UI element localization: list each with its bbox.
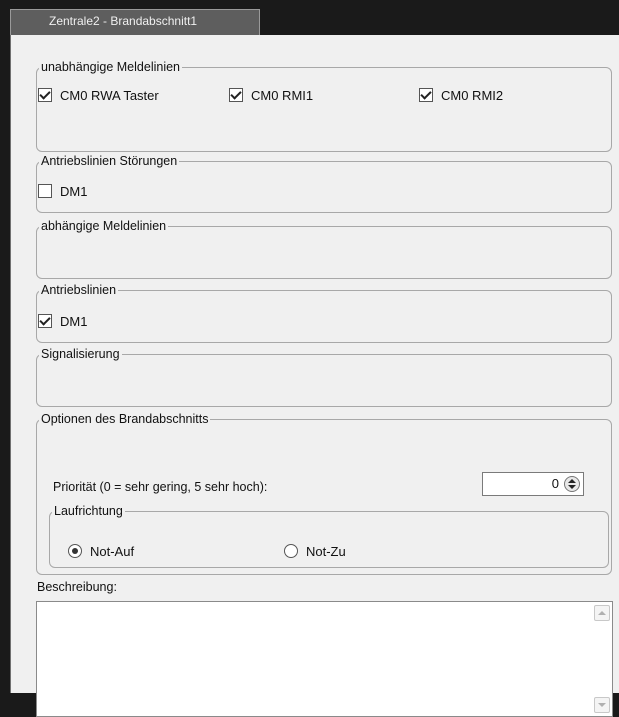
tab-strip: Zentrale2 - Brandabschnitt1 xyxy=(0,0,619,35)
checkbox-cm0-rmi1[interactable]: CM0 RMI1 xyxy=(229,86,313,104)
checkbox-box[interactable] xyxy=(229,88,243,102)
arrow-down-icon xyxy=(568,485,576,489)
group-drive-lines-legend: Antriebslinien xyxy=(41,283,117,297)
tab-zentrale2-brandabschnitt1[interactable]: Zentrale2 - Brandabschnitt1 xyxy=(10,9,260,35)
checkmark-icon xyxy=(230,88,242,100)
scroll-up-button[interactable] xyxy=(594,605,610,621)
group-independent-lines: unabhängige Meldelinien xyxy=(36,60,612,152)
arrow-up-icon xyxy=(568,479,576,483)
group-drive-line-faults: Antriebslinien Störungen xyxy=(36,154,612,213)
checkbox-label: DM1 xyxy=(60,183,88,199)
chevron-down-icon xyxy=(598,703,606,707)
group-signaling: Signalisierung xyxy=(36,347,612,407)
checkbox-dm1-fault[interactable]: DM1 xyxy=(38,182,87,200)
spin-updown-icon[interactable] xyxy=(564,476,580,492)
checkbox-box[interactable] xyxy=(38,184,52,198)
radio-not-auf[interactable]: Not-Auf xyxy=(68,542,134,560)
checkbox-box[interactable] xyxy=(38,314,52,328)
checkmark-icon xyxy=(420,88,432,100)
radio-not-zu[interactable]: Not-Zu xyxy=(284,542,346,560)
checkbox-label: CM0 RMI1 xyxy=(251,87,314,103)
group-drive-line-faults-legend: Antriebslinien Störungen xyxy=(41,154,178,168)
checkbox-label: DM1 xyxy=(60,313,88,329)
scroll-down-button[interactable] xyxy=(594,697,610,713)
group-run-direction-legend: Laufrichtung xyxy=(54,504,123,518)
checkbox-label: CM0 RWA Taster xyxy=(60,87,159,103)
description-label: Beschreibung: xyxy=(37,580,117,594)
fire-section-panel: unabhängige Meldelinien CM0 RWA Taster C… xyxy=(10,35,619,717)
checkmark-icon xyxy=(39,88,51,100)
radio-button[interactable] xyxy=(284,544,298,558)
checkbox-cm0-rmi2[interactable]: CM0 RMI2 xyxy=(419,86,503,104)
radio-selected-dot-icon xyxy=(72,548,78,554)
group-independent-lines-legend: unabhängige Meldelinien xyxy=(41,60,181,74)
checkmark-icon xyxy=(39,314,51,326)
chevron-up-icon xyxy=(598,611,606,615)
description-textarea[interactable] xyxy=(36,601,613,717)
tab-label: Zentrale2 - Brandabschnitt1 xyxy=(49,14,198,28)
checkbox-label: CM0 RMI2 xyxy=(441,87,504,103)
description-scrollbar[interactable] xyxy=(592,602,612,716)
checkbox-box[interactable] xyxy=(419,88,433,102)
group-dependent-lines: abhängige Meldelinien xyxy=(36,219,612,279)
group-signaling-legend: Signalisierung xyxy=(41,347,120,361)
radio-label: Not-Zu xyxy=(306,543,346,559)
checkbox-cm0-rwa-taster[interactable]: CM0 RWA Taster xyxy=(38,86,159,104)
group-dependent-lines-legend: abhängige Meldelinien xyxy=(41,219,167,233)
priority-spinbox[interactable]: 0 xyxy=(482,472,584,496)
group-options-legend: Optionen des Brandabschnitts xyxy=(41,412,209,426)
radio-label: Not-Auf xyxy=(90,543,135,559)
priority-value[interactable]: 0 xyxy=(552,476,559,491)
checkbox-box[interactable] xyxy=(38,88,52,102)
priority-label: Priorität (0 = sehr gering, 5 sehr hoch)… xyxy=(53,480,268,494)
checkbox-dm1-drive[interactable]: DM1 xyxy=(38,312,87,330)
group-drive-lines: Antriebslinien xyxy=(36,283,612,343)
radio-button[interactable] xyxy=(68,544,82,558)
